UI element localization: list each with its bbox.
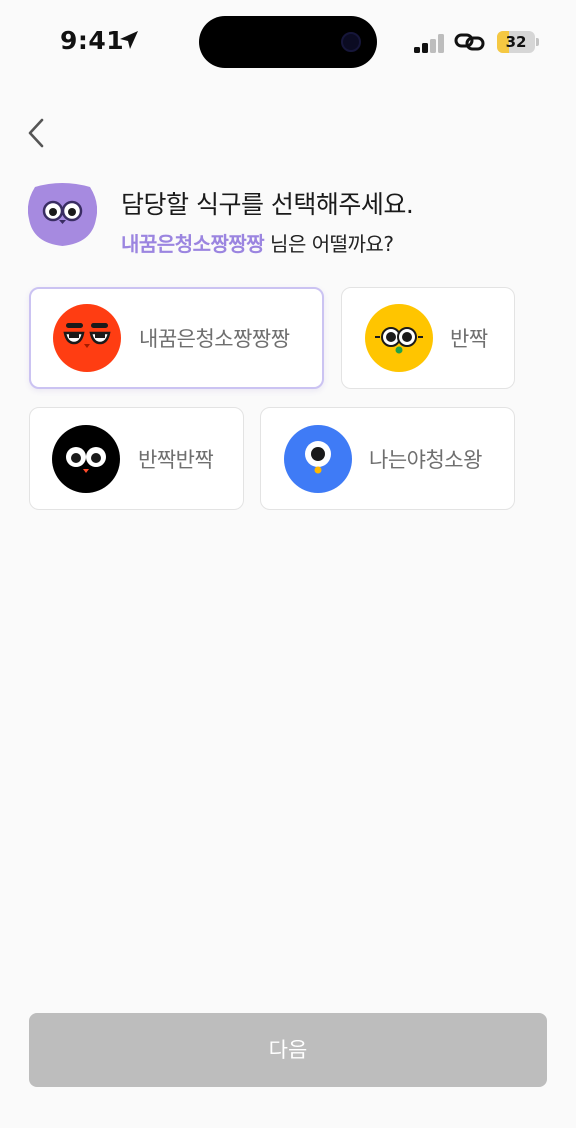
status-bar: 9:41 32 <box>0 0 576 88</box>
front-camera-icon <box>341 32 361 52</box>
black-owl-avatar-icon <box>52 424 120 493</box>
member-card-3[interactable]: 반짝반짝 <box>29 407 244 510</box>
member-name: 반짝반짝 <box>138 447 214 472</box>
page-title: 담당할 식구를 선택해주세요. <box>121 190 414 219</box>
chevron-left-icon <box>28 118 44 148</box>
screen: 9:41 32 담당할 식구를 선택해주세요. 내꿈은청소짱짱짱 님은 어떨까요… <box>0 0 576 1128</box>
subtitle-member-name: 내꿈은청소짱짱짱 <box>121 232 265 256</box>
battery-icon: 32 <box>497 31 539 53</box>
back-button[interactable] <box>20 112 60 156</box>
subtitle-text: 님은 어떨까요? <box>264 232 394 256</box>
battery-tip <box>536 38 539 46</box>
signal-icon <box>414 33 444 53</box>
next-button[interactable]: 다음 <box>29 1013 547 1087</box>
battery-body: 32 <box>497 31 535 53</box>
member-name: 내꿈은청소짱짱짱 <box>139 327 290 351</box>
battery-percentage: 32 <box>505 33 527 51</box>
member-card-4[interactable]: 나는야청소왕 <box>260 407 515 510</box>
link-icon <box>454 33 485 51</box>
member-name: 반짝 <box>450 327 488 351</box>
member-card-1[interactable]: 내꿈은청소짱짱짱 <box>29 287 324 389</box>
member-name: 나는야청소왕 <box>369 447 482 472</box>
status-time: 9:41 <box>60 26 125 55</box>
dynamic-island <box>199 16 377 68</box>
red-owl-avatar-icon <box>53 304 121 372</box>
location-arrow-icon <box>120 31 138 49</box>
member-card-2[interactable]: 반짝 <box>341 287 515 389</box>
page-subtitle: 내꿈은청소짱짱짱 님은 어떨까요? <box>121 228 394 257</box>
owl-avatar-icon <box>28 183 97 246</box>
blue-owl-avatar-icon <box>284 424 352 493</box>
yellow-owl-avatar-icon <box>365 304 433 372</box>
